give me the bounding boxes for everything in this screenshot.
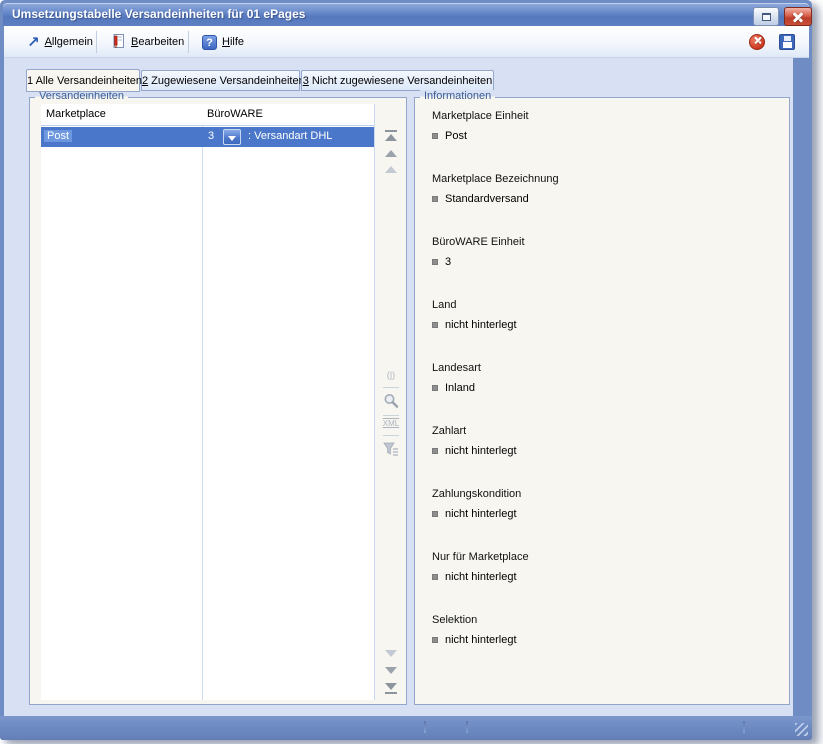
- strip-divider: [383, 415, 399, 416]
- cell-marketplace: Post: [44, 130, 72, 142]
- info-item-value: nicht hinterlegt: [445, 319, 517, 331]
- column-header-bueroware[interactable]: BüroWARE: [207, 108, 263, 120]
- info-item-value: Inland: [445, 382, 475, 394]
- info-item-value: nicht hinterlegt: [445, 445, 517, 457]
- close-icon: [793, 12, 803, 22]
- info-item-value: Post: [445, 130, 467, 142]
- list-tool-strip: (|) XML: [379, 104, 405, 700]
- close-button[interactable]: [784, 7, 812, 26]
- bullet-icon: [432, 385, 438, 391]
- info-item: Selektion nicht hinterlegt: [432, 614, 772, 646]
- bullet-icon: [432, 448, 438, 454]
- toolbar: ↗ Allgemein Bearbeiten ? Hilfe: [4, 26, 809, 58]
- maximize-icon: [762, 13, 771, 21]
- info-item-label: Land: [432, 299, 772, 311]
- table-header[interactable]: Marketplace BüroWARE: [41, 104, 374, 126]
- save-button[interactable]: [779, 34, 795, 50]
- tab-label: 2 Zugewiesene Versandeinheiten: [142, 75, 305, 87]
- toolbar-item-allgemein[interactable]: ↗ Allgemein: [20, 31, 100, 53]
- window-title: Umsetzungstabelle Versandeinheiten für 0…: [12, 7, 305, 21]
- arrow-up-right-icon: ↗: [27, 34, 40, 50]
- status-separator: [466, 721, 468, 733]
- groupbox-label: Informationen: [420, 90, 495, 102]
- tab-label: 3 Nicht zugewiesene Versandeinheiten: [303, 75, 493, 87]
- status-separator: [743, 721, 745, 733]
- toolbar-item-hilfe[interactable]: ? Hilfe: [195, 31, 251, 53]
- info-item: Marketplace Bezeichnung Standardversand: [432, 173, 772, 205]
- info-item-label: Landesart: [432, 362, 772, 374]
- page-up-button[interactable]: [382, 166, 400, 173]
- titlebar[interactable]: Umsetzungstabelle Versandeinheiten für 0…: [3, 3, 809, 26]
- scroll-to-top-button[interactable]: [382, 130, 400, 141]
- bullet-icon: [432, 322, 438, 328]
- versandeinheiten-table[interactable]: Marketplace BüroWARE Post 3 : Versandart…: [41, 104, 375, 700]
- toolbar-separator: [188, 31, 189, 53]
- bullet-icon: [432, 637, 438, 643]
- help-icon: ?: [202, 35, 217, 50]
- info-item: Land nicht hinterlegt: [432, 299, 772, 331]
- cancel-icon: [754, 36, 761, 43]
- toolbar-item-label: Allgemein: [45, 36, 93, 48]
- toolbar-item-label: Hilfe: [222, 36, 244, 48]
- column-header-marketplace[interactable]: Marketplace: [46, 108, 106, 120]
- strip-divider: [383, 435, 399, 436]
- maximize-button[interactable]: [753, 7, 779, 26]
- column-divider: [202, 104, 203, 700]
- scroll-to-bottom-button[interactable]: [382, 683, 400, 694]
- resize-grip[interactable]: [795, 723, 808, 736]
- versandeinheiten-groupbox: Versandeinheiten Marketplace BüroWARE Po…: [29, 97, 407, 705]
- info-item-label: BüroWARE Einheit: [432, 236, 772, 248]
- search-icon[interactable]: [382, 392, 400, 410]
- cancel-button[interactable]: [749, 34, 765, 50]
- bullet-icon: [432, 133, 438, 139]
- info-item-label: Zahlart: [432, 425, 772, 437]
- strip-divider: [383, 387, 399, 388]
- info-item-label: Selektion: [432, 614, 772, 626]
- tab-nicht-zugewiesene-versandeinheiten[interactable]: 3 Nicht zugewiesene Versandeinheiten: [301, 70, 494, 91]
- dialog-window: Umsetzungstabelle Versandeinheiten für 0…: [0, 0, 812, 740]
- toolbar-separator: [96, 31, 97, 53]
- info-item-value: nicht hinterlegt: [445, 508, 517, 520]
- info-item-label: Marketplace Bezeichnung: [432, 173, 772, 185]
- scroll-up-button[interactable]: [382, 150, 400, 157]
- info-item: Marketplace Einheit Post: [432, 110, 772, 142]
- status-bar: [0, 716, 812, 740]
- info-item: Zahlart nicht hinterlegt: [432, 425, 772, 457]
- info-item-label: Zahlungskondition: [432, 488, 772, 500]
- info-item-value: Standardversand: [445, 193, 529, 205]
- info-item-label: Marketplace Einheit: [432, 110, 772, 122]
- info-item: Nur für Marketplace nicht hinterlegt: [432, 551, 772, 583]
- filter-icon[interactable]: [382, 440, 400, 458]
- xml-icon[interactable]: XML: [382, 419, 400, 428]
- bullet-icon: [432, 259, 438, 265]
- bueroware-text: : Versandart DHL: [248, 130, 332, 142]
- chevron-down-icon: [228, 136, 236, 141]
- info-item-label: Nur für Marketplace: [432, 551, 772, 563]
- info-item: BüroWARE Einheit 3: [432, 236, 772, 268]
- bueroware-dropdown-button[interactable]: [223, 129, 241, 145]
- bullet-icon: [432, 574, 438, 580]
- info-item-value: 3: [445, 256, 451, 268]
- bueroware-value: 3: [208, 130, 214, 142]
- info-item: Landesart Inland: [432, 362, 772, 394]
- edit-document-icon: [110, 33, 126, 52]
- bullet-icon: [432, 511, 438, 517]
- tab-label: 1 Alle Versandeinheiten: [27, 75, 142, 87]
- toolbar-item-label: Bearbeiten: [131, 36, 184, 48]
- table-row[interactable]: Post 3 : Versandart DHL: [41, 127, 374, 147]
- content-area: 1 Alle Versandeinheiten 2 Zugewiesene Ve…: [4, 58, 793, 716]
- page-down-button[interactable]: [382, 650, 400, 657]
- toolbar-item-bearbeiten[interactable]: Bearbeiten: [103, 31, 191, 53]
- scroll-down-button[interactable]: [382, 667, 400, 674]
- tab-alle-versandeinheiten[interactable]: 1 Alle Versandeinheiten: [26, 69, 140, 92]
- status-separator: [424, 721, 426, 733]
- info-item: Zahlungskondition nicht hinterlegt: [432, 488, 772, 520]
- bullet-icon: [432, 196, 438, 202]
- informationen-groupbox: Informationen Marketplace Einheit Post M…: [414, 97, 790, 705]
- column-width-icon[interactable]: (|): [382, 370, 400, 380]
- info-item-value: nicht hinterlegt: [445, 571, 517, 583]
- info-item-value: nicht hinterlegt: [445, 634, 517, 646]
- tab-zugewiesene-versandeinheiten[interactable]: 2 Zugewiesene Versandeinheiten: [141, 70, 300, 91]
